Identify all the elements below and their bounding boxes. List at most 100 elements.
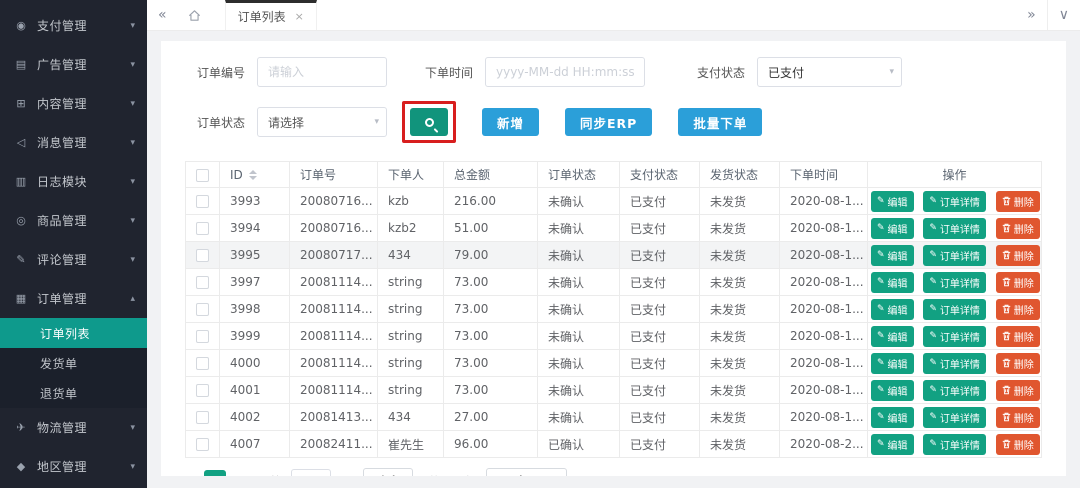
collapse-sidebar-icon[interactable]: « [147, 0, 178, 30]
chevron-down-icon: ▾ [130, 98, 135, 109]
cell-order-no: 20080717... [289, 241, 378, 269]
edit-button[interactable]: ✎ 编辑 [871, 190, 914, 212]
row-checkbox[interactable] [196, 330, 209, 343]
next-page-icon[interactable]: › [233, 472, 245, 476]
cell-id: 4007 [219, 430, 290, 458]
order-detail-button[interactable]: ✎ 订单详情 [923, 271, 986, 293]
cell-order-no: 20081413... [289, 403, 378, 431]
home-icon[interactable] [178, 0, 211, 30]
cell-order-time: 2020-08-1... [779, 295, 868, 323]
search-button[interactable] [410, 108, 448, 136]
edit-button[interactable]: ✎ 编辑 [871, 406, 914, 428]
tab-order-list[interactable]: 订单列表 × [224, 0, 317, 30]
sort-icon[interactable] [248, 169, 257, 180]
delete-button[interactable]: 删除 [995, 271, 1040, 293]
expand-tabs-icon[interactable]: » [1016, 0, 1047, 30]
order-detail-button[interactable]: ✎ 订单详情 [923, 433, 986, 455]
row-checkbox[interactable] [196, 411, 209, 424]
delete-button[interactable]: 删除 [995, 379, 1040, 401]
page-size-select[interactable]: 20 条/页 ∨ [485, 468, 568, 476]
delete-button[interactable]: 删除 [995, 298, 1040, 320]
edit-button[interactable]: ✎ 编辑 [871, 298, 914, 320]
row-checkbox[interactable] [196, 249, 209, 262]
row-checkbox[interactable] [196, 438, 209, 451]
sidebar-item-content[interactable]: ⊞ 内容管理 ▾ [0, 84, 147, 123]
order-time-input[interactable] [485, 57, 645, 87]
order-detail-button[interactable]: ✎ 订单详情 [923, 190, 986, 212]
delete-button-label: 删除 [1013, 413, 1034, 425]
order-no-input[interactable] [257, 57, 387, 87]
tab-label: 订单列表 [237, 10, 286, 24]
order-status-select[interactable]: 请选择 ▾ [257, 107, 387, 137]
goto-page-input[interactable] [291, 469, 332, 476]
order-detail-button[interactable]: ✎ 订单详情 [923, 244, 986, 266]
order-detail-button[interactable]: ✎ 订单详情 [923, 352, 986, 374]
prev-page-icon[interactable]: ‹ [185, 472, 197, 476]
col-actions: 操作 [867, 161, 1042, 188]
chevron-down-icon: ▾ [130, 137, 135, 148]
delete-button[interactable]: 删除 [995, 190, 1040, 212]
row-checkbox[interactable] [196, 384, 209, 397]
sidebar-item-logistics[interactable]: ✈ 物流管理 ▾ [0, 408, 147, 447]
row-checkbox[interactable] [196, 357, 209, 370]
delete-button[interactable]: 删除 [995, 325, 1040, 347]
sidebar-item-goods[interactable]: ◎ 商品管理 ▾ [0, 201, 147, 240]
delete-button[interactable]: 删除 [995, 433, 1040, 455]
row-checkbox[interactable] [196, 195, 209, 208]
cell-order-no: 20081114... [289, 295, 378, 323]
edit-button[interactable]: ✎ 编辑 [871, 379, 914, 401]
order-detail-button[interactable]: ✎ 订单详情 [923, 217, 986, 239]
chevron-down-icon[interactable]: ∨ [1046, 0, 1080, 30]
sidebar-subitem-delivery[interactable]: 发货单 [0, 348, 147, 378]
delete-button-label: 删除 [1013, 251, 1034, 263]
edit-button[interactable]: ✎ 编辑 [871, 325, 914, 347]
page-number-1[interactable]: 1 [204, 470, 226, 476]
sidebar-item-region[interactable]: ◆ 地区管理 ▾ [0, 447, 147, 486]
row-checkbox[interactable] [196, 303, 209, 316]
cell-order-status: 未确认 [537, 376, 620, 404]
close-icon[interactable]: × [295, 10, 304, 23]
edit-button[interactable]: ✎ 编辑 [871, 217, 914, 239]
sidebar-subitem-order-list[interactable]: 订单列表 [0, 318, 147, 348]
cell-order-time: 2020-08-1... [779, 322, 868, 350]
delete-button[interactable]: 删除 [995, 352, 1040, 374]
batch-order-button[interactable]: 批量下单 [678, 108, 763, 136]
delete-button[interactable]: 删除 [995, 406, 1040, 428]
sidebar-item-payment[interactable]: ◉ 支付管理 ▾ [0, 6, 147, 45]
cell-order-time: 2020-08-1... [779, 268, 868, 296]
cell-ship-status: 未发货 [699, 295, 780, 323]
delete-button-label: 删除 [1013, 386, 1034, 398]
pencil-icon: ✎ [877, 250, 885, 260]
delete-button[interactable]: 删除 [995, 244, 1040, 266]
sidebar-item-order[interactable]: ▦ 订单管理 ▴ [0, 279, 147, 318]
row-checkbox[interactable] [196, 276, 209, 289]
cell-amount: 73.00 [443, 349, 538, 377]
cell-buyer: 崔先生 [377, 430, 444, 458]
sidebar-item-comment[interactable]: ✎ 评论管理 ▾ [0, 240, 147, 279]
edit-button[interactable]: ✎ 编辑 [871, 433, 914, 455]
order-detail-button[interactable]: ✎ 订单详情 [923, 379, 986, 401]
sidebar-item-ad[interactable]: ▤ 广告管理 ▾ [0, 45, 147, 84]
pay-status-select[interactable]: 已支付 ▾ [757, 57, 902, 87]
edit-button[interactable]: ✎ 编辑 [871, 271, 914, 293]
annotation-box [402, 101, 456, 143]
select-all-checkbox[interactable] [196, 168, 209, 182]
add-button[interactable]: 新增 [482, 108, 540, 136]
order-detail-button[interactable]: ✎ 订单详情 [923, 406, 986, 428]
edit-button[interactable]: ✎ 编辑 [871, 352, 914, 374]
cell-order-status: 未确认 [537, 187, 620, 215]
row-checkbox[interactable] [196, 222, 209, 235]
sidebar-subitem-return[interactable]: 退货单 [0, 378, 147, 408]
content-icon: ⊞ [16, 97, 26, 110]
edit-button[interactable]: ✎ 编辑 [871, 244, 914, 266]
confirm-button[interactable]: 确定 [363, 468, 414, 476]
order-detail-button[interactable]: ✎ 订单详情 [923, 325, 986, 347]
order-detail-button[interactable]: ✎ 订单详情 [923, 298, 986, 320]
delete-button[interactable]: 删除 [995, 217, 1040, 239]
cell-order-status: 未确认 [537, 322, 620, 350]
cell-order-no: 20081114... [289, 349, 378, 377]
sidebar-item-message[interactable]: ◁ 消息管理 ▾ [0, 123, 147, 162]
sync-erp-button[interactable]: 同步ERP [565, 108, 653, 136]
cell-pay-status: 已支付 [619, 241, 700, 269]
sidebar-item-log[interactable]: ▥ 日志模块 ▾ [0, 162, 147, 201]
